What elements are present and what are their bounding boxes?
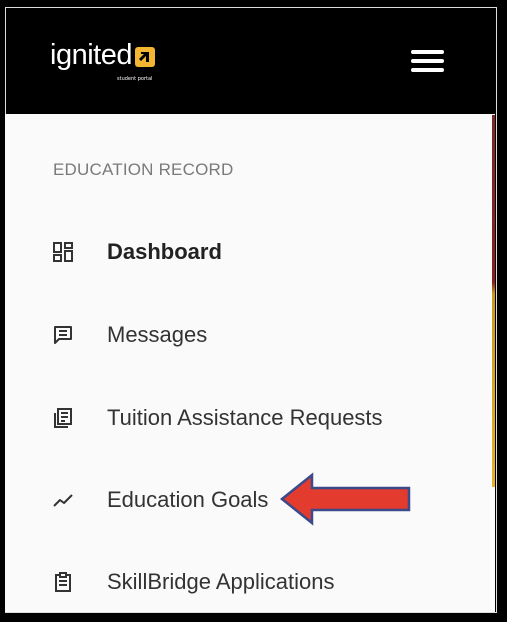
hamburger-menu-icon[interactable] (411, 50, 444, 76)
ignited-logo[interactable]: ignited student portal (50, 39, 155, 82)
message-icon (50, 322, 76, 348)
sidebar-item-skillbridge-applications[interactable]: SkillBridge Applications (50, 567, 334, 597)
document-icon (50, 405, 76, 431)
annotation-arrow-icon (279, 472, 411, 526)
top-header: ignited student portal (6, 8, 496, 115)
logo-subtext: student portal (117, 76, 153, 82)
dashboard-icon (50, 239, 76, 265)
logo-mark-icon (134, 47, 155, 67)
sidebar-scrollbar[interactable] (492, 115, 495, 487)
sidebar-item-label: Messages (107, 322, 208, 347)
sidebar-item-label: Education Goals (107, 487, 269, 512)
section-title-education-record: EDUCATION RECORD (53, 160, 234, 179)
sidebar-item-tuition-assistance-requests[interactable]: Tuition Assistance Requests (50, 403, 383, 433)
trend-line-icon (50, 487, 76, 513)
sidebar-item-label: SkillBridge Applications (107, 569, 335, 594)
sidebar-item-messages[interactable]: Messages (50, 320, 207, 350)
logo-wordmark: ignited (50, 39, 132, 71)
clipboard-icon (50, 569, 76, 595)
logo-arrow-icon (138, 52, 149, 62)
sidebar-item-dashboard[interactable]: Dashboard (50, 237, 222, 267)
sidebar-item-education-goals[interactable]: Education Goals (50, 485, 268, 515)
sidebar-item-label: Dashboard (107, 239, 222, 264)
sidebar-panel (5, 114, 495, 612)
sidebar-item-label: Tuition Assistance Requests (107, 405, 383, 430)
